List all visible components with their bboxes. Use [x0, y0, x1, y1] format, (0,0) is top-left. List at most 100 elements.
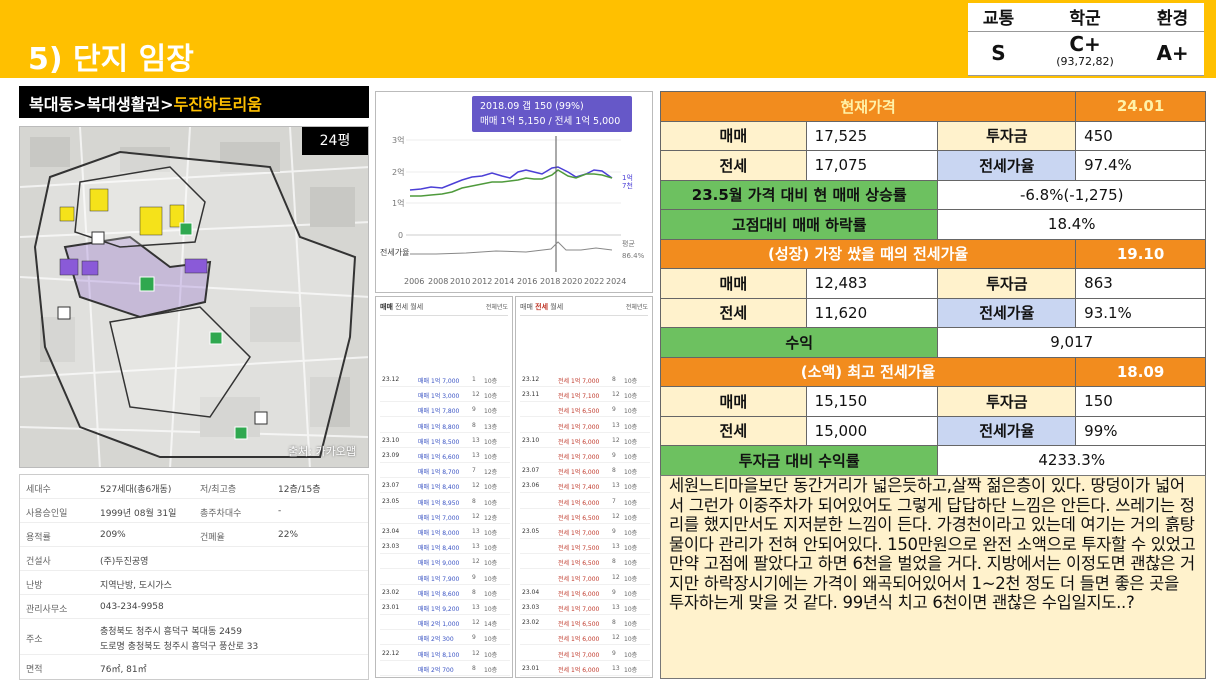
small-invest-date: 18.09: [1075, 356, 1206, 387]
grade-header-school: 학군: [1028, 3, 1142, 32]
profit-label: 수익: [659, 327, 939, 358]
list-item: 23.05 매매 1억 8,950 8 10층: [380, 495, 510, 509]
current-invest-value: 450: [1075, 120, 1206, 151]
list-item: 전세 1억 7,000 13 10층: [520, 419, 650, 433]
list-item: 23.02 전세 1억 6,500 8 10층: [520, 616, 650, 631]
list-item: 23.03 매매 1억 8,400 13 10층: [380, 540, 510, 555]
list-item-price: 매매 2억 300: [418, 636, 454, 644]
list-item-price: 전세 1억 7,000: [558, 530, 600, 537]
list-item-price: 매매 1억 8,400: [418, 484, 460, 492]
list-item-day: 13: [472, 528, 480, 535]
year-filter[interactable]: 전체년도: [486, 302, 508, 311]
sale-transaction-list[interactable]: 매매 전세 월세 전체년도 23.12 매매 1억 7,000 1 10층 매매 1억 …: [375, 296, 513, 678]
info-value-2: -: [278, 506, 282, 516]
grade-header-traffic: 교통: [968, 3, 1029, 32]
list-item-day: 13: [612, 421, 620, 429]
list-item-date: 23.04: [522, 588, 540, 596]
list-item-day: 8: [612, 467, 616, 475]
list-item-price: 전세 1억 7,000: [558, 575, 600, 583]
list-tabs: 매매 전세 월세: [520, 302, 563, 312]
list-item-date: 23.01: [522, 664, 540, 672]
price-chart[interactable]: 3억 2억 1억 0 전세가율 평균 86.4% 1억 7천 2006 2008…: [375, 91, 653, 293]
tab-monthly[interactable]: 월세: [410, 303, 423, 311]
list-item-price: 전세 1억 6,000: [558, 636, 600, 644]
x-tick: 2012: [472, 277, 492, 286]
tab-jeonse[interactable]: 전세: [395, 303, 408, 311]
list-item: 전세 1억 7,000 9 10층: [520, 449, 650, 463]
jeonse-transaction-list[interactable]: 매매 전세 월세 전체년도 23.12 전세 1억 7,000 8 10층 23.11 전…: [515, 296, 653, 678]
list-item-floor: 10층: [624, 530, 638, 537]
list-item-price: 매매 1억 9,000: [418, 560, 460, 568]
list-item-floor: 10층: [624, 575, 638, 583]
list-item-price: 매매 1억 8,100: [418, 651, 460, 659]
list-item-floor: 14층: [484, 621, 498, 629]
rise-rate-label: 23.5월 가격 대비 현 매매 상승률: [659, 179, 939, 210]
list-item-date: 23.07: [382, 482, 400, 490]
list-item-price: 매매 1억 3,000: [418, 393, 460, 401]
breadcrumb-path: 복대동>복대생활권>: [29, 95, 174, 114]
current-jeonse-value: 17,075: [805, 150, 939, 181]
list-item-day: 8: [472, 664, 476, 672]
tab-jeonse[interactable]: 전세: [535, 303, 548, 311]
ratio-end-value: 86.4%: [622, 252, 645, 260]
growth-invest-value: 863: [1075, 268, 1206, 299]
tab-monthly[interactable]: 월세: [550, 303, 563, 311]
list-item-date: 23.01: [382, 604, 400, 611]
x-tick: 2010: [450, 277, 470, 286]
list-item-floor: 10층: [624, 666, 638, 674]
y-tick: 1억: [392, 198, 404, 208]
page-title: 5) 단지 임장: [28, 42, 194, 77]
list-item-date: 22.12: [382, 649, 400, 657]
year-filter[interactable]: 전체년도: [626, 302, 648, 311]
list-item-date: 23.03: [522, 604, 540, 611]
list-item: 전세 1억 6,000 12 10층: [520, 631, 650, 646]
list-item-date: 23.02: [382, 588, 400, 596]
list-item-day: 13: [472, 604, 480, 611]
list-item: 23.10 전세 1억 6,000 12 10층: [520, 434, 650, 448]
growth-label: (성장) 가장 쌌을 때의 전세가율: [659, 238, 1077, 269]
info-label: 세대수: [26, 485, 51, 495]
jeonse-label: 전세: [660, 150, 807, 181]
list-item-floor: 10층: [484, 438, 498, 446]
list-item: 매매 1억 7,000 12 12층: [380, 510, 510, 524]
info-row: 사용승인일 1999년 08월 31일 총주차대수 -: [20, 499, 368, 523]
list-item-price: 전세 1억 6,000: [558, 590, 600, 598]
current-price-label: 현재가격: [659, 91, 1077, 122]
list-item-price: 전세 1억 6,500: [558, 514, 600, 522]
list-item-price: 매매 1억 9,200: [418, 606, 460, 613]
list-item-day: 8: [612, 619, 616, 627]
list-item-date: 23.11: [522, 391, 540, 399]
list-item-floor: 10층: [484, 378, 498, 385]
info-label-2: 총주차대수: [200, 509, 242, 519]
list-item: 전세 1억 6,000 7 10층: [520, 495, 650, 509]
list-item-price: 전세 1억 6,500: [558, 408, 600, 416]
list-item-price: 매매 1억 8,500: [418, 438, 460, 446]
list-item-price: 매매 1억 7,000: [418, 514, 460, 522]
info-label: 건설사: [26, 557, 51, 567]
tab-sale[interactable]: 매매: [380, 303, 393, 311]
info-value: 충청북도 청주시 흥덕구 복대동 2459: [100, 627, 242, 637]
list-item-date: 23.04: [382, 528, 400, 535]
list-item-price: 전세 1억 7,000: [558, 454, 600, 461]
list-item-price: 매매 1억 8,000: [418, 530, 460, 537]
list-item-floor: 10층: [624, 484, 638, 492]
y-tick: 0: [398, 231, 403, 240]
map-image[interactable]: 24평 출처: 카카오맵: [19, 126, 369, 468]
tab-sale[interactable]: 매매: [520, 303, 533, 311]
list-item-floor: 10층: [484, 499, 498, 507]
list-item-price: 매매 1억 7,800: [418, 408, 460, 416]
list-item-day: 9: [612, 406, 616, 414]
info-value: 209%: [100, 530, 126, 540]
grade-value-environment: A+: [1141, 31, 1204, 76]
return-rate-value: 4233.3%: [937, 445, 1206, 476]
list-item: 23.07 전세 1억 6,000 8 10층: [520, 464, 650, 479]
x-tick: 2020: [562, 277, 582, 286]
list-item-date: 23.10: [382, 436, 400, 444]
chart-tooltip: 2018.09 갭 150 (99%) 매매 1억 5,150 / 전세 1억 …: [472, 96, 632, 132]
info-value: (주)두진공영: [100, 557, 149, 567]
info-label-2: 건폐율: [200, 533, 225, 543]
growth-sale-value: 12,483: [805, 268, 939, 299]
list-item-day: 12: [472, 512, 480, 520]
list-item-day: 9: [612, 528, 616, 535]
info-value: 1999년 08월 31일: [100, 509, 177, 519]
